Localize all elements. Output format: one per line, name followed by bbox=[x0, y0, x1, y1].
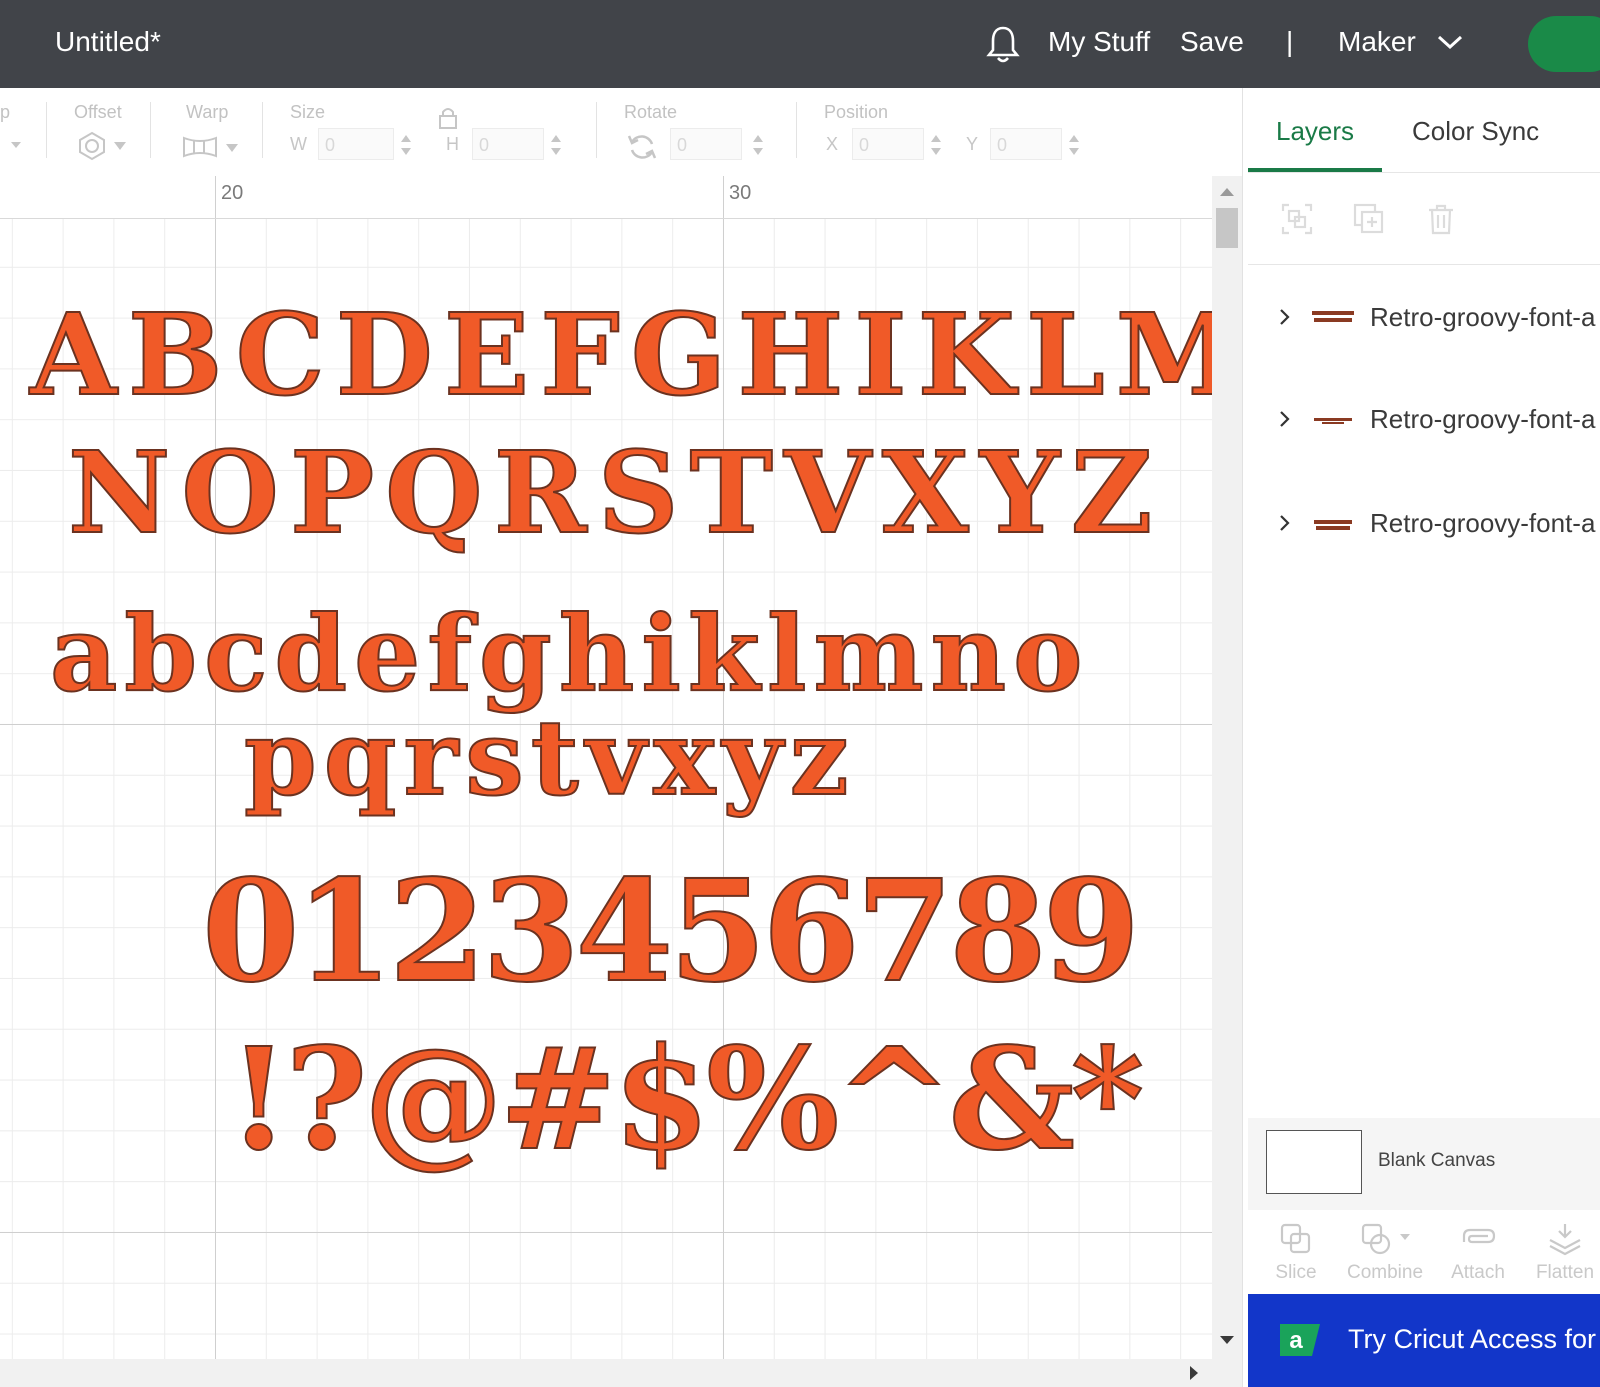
height-letter: H bbox=[446, 134, 459, 154]
flatten-label: Flatten bbox=[1535, 1262, 1595, 1283]
ruler-mark-30: 30 bbox=[729, 182, 752, 204]
ruler-tick bbox=[215, 176, 216, 218]
attach-button[interactable]: Attach bbox=[1446, 1222, 1510, 1284]
toolbar-divider bbox=[46, 102, 47, 158]
numbers-row[interactable]: 0123456789 bbox=[201, 849, 1141, 1015]
offset-icon[interactable] bbox=[76, 130, 132, 162]
size-label: Size bbox=[290, 102, 326, 122]
project-title[interactable]: Untitled* bbox=[55, 26, 161, 58]
chevron-down-icon[interactable] bbox=[1436, 32, 1464, 52]
caret-down-icon[interactable] bbox=[10, 140, 22, 150]
promo-logo-letter: a bbox=[1289, 1327, 1303, 1354]
panel-divider bbox=[1248, 264, 1600, 265]
layer-name: Retro-groovy-font-a bbox=[1370, 404, 1596, 434]
layer-name: Retro-groovy-font-a bbox=[1370, 508, 1596, 538]
width-letter: W bbox=[290, 134, 307, 154]
toolbar-divider bbox=[596, 102, 597, 158]
toolbar-divider bbox=[796, 102, 797, 158]
symbols-row[interactable]: !?@#$%^&* bbox=[227, 1017, 1145, 1183]
height-input[interactable]: 0 bbox=[472, 128, 544, 160]
paperclip-icon bbox=[1462, 1228, 1496, 1244]
rotate-stepper-icon[interactable] bbox=[752, 132, 764, 158]
blank-canvas-swatch[interactable] bbox=[1266, 1130, 1362, 1194]
uppercase-row-2[interactable]: NOPQRSTVXYZ bbox=[67, 427, 1164, 560]
x-stepper-icon[interactable] bbox=[930, 132, 942, 158]
scroll-up-icon[interactable] bbox=[1218, 186, 1236, 198]
offset-label: Offset bbox=[74, 102, 122, 122]
top-bar: Untitled* My Stuff Save | Maker bbox=[0, 0, 1600, 88]
edit-toolbar: p Offset Warp Size W 0 H 0 Rotate 0 Posi… bbox=[0, 88, 1242, 174]
horizontal-scrollbar[interactable] bbox=[0, 1359, 1242, 1387]
vertical-scrollbar[interactable] bbox=[1212, 176, 1242, 1359]
slice-button[interactable]: Slice bbox=[1270, 1222, 1322, 1284]
x-position-input[interactable]: 0 bbox=[852, 128, 924, 160]
chevron-right-icon[interactable] bbox=[1276, 514, 1294, 532]
layer-name: Retro-groovy-font-a bbox=[1370, 302, 1596, 332]
lowercase-row-2[interactable]: pqrstvxyz bbox=[243, 695, 856, 820]
toolbar-divider bbox=[150, 102, 151, 158]
rotate-label: Rotate bbox=[624, 102, 678, 122]
header-separator: | bbox=[1286, 26, 1294, 57]
machine-selector[interactable]: Maker bbox=[1338, 26, 1416, 58]
duplicate-icon[interactable] bbox=[1352, 202, 1386, 236]
scroll-right-icon[interactable] bbox=[1188, 1364, 1200, 1382]
cricut-access-logo: a bbox=[1280, 1324, 1320, 1356]
slice-label: Slice bbox=[1275, 1262, 1317, 1283]
make-button[interactable] bbox=[1528, 16, 1600, 72]
attach-label: Attach bbox=[1451, 1262, 1505, 1283]
bell-icon[interactable] bbox=[985, 24, 1021, 64]
group-icon[interactable] bbox=[1280, 202, 1314, 236]
toolbar-divider bbox=[262, 102, 263, 158]
y-stepper-icon[interactable] bbox=[1068, 132, 1080, 158]
promo-text[interactable]: Try Cricut Access for bbox=[1348, 1324, 1596, 1355]
y-letter: Y bbox=[966, 134, 979, 154]
vertical-scroll-thumb[interactable] bbox=[1216, 208, 1238, 248]
warp-label: Warp bbox=[186, 102, 229, 122]
warp-icon[interactable] bbox=[182, 134, 242, 160]
ruler-mark-20: 20 bbox=[221, 182, 244, 204]
wrap-label: p bbox=[0, 102, 11, 122]
scroll-down-icon[interactable] bbox=[1218, 1334, 1236, 1346]
flatten-icon bbox=[1549, 1224, 1581, 1256]
width-input[interactable]: 0 bbox=[318, 128, 394, 160]
ruler-tick bbox=[723, 176, 724, 218]
flatten-button[interactable]: Flatten bbox=[1532, 1222, 1598, 1284]
chevron-right-icon[interactable] bbox=[1276, 410, 1294, 428]
tab-color-sync[interactable]: Color Sync bbox=[1412, 116, 1539, 147]
my-stuff-link[interactable]: My Stuff bbox=[1048, 26, 1150, 58]
lock-icon[interactable] bbox=[438, 106, 458, 130]
rotate-input[interactable]: 0 bbox=[670, 128, 742, 160]
panel-divider bbox=[1248, 172, 1600, 173]
save-button[interactable]: Save bbox=[1180, 26, 1244, 58]
layer-thumbnail bbox=[1314, 418, 1352, 424]
layer-thumbnail bbox=[1314, 520, 1352, 530]
combine-icon bbox=[1361, 1223, 1410, 1255]
horizontal-ruler: 20 30 bbox=[0, 176, 1212, 219]
blank-canvas-label: Blank Canvas bbox=[1378, 1150, 1496, 1171]
layer-thumbnail bbox=[1312, 311, 1354, 322]
position-label: Position bbox=[824, 102, 889, 122]
rotate-icon bbox=[627, 135, 657, 159]
height-stepper-icon[interactable] bbox=[550, 132, 562, 158]
x-letter: X bbox=[826, 134, 839, 154]
slice-icon bbox=[1280, 1223, 1311, 1254]
width-stepper-icon[interactable] bbox=[400, 132, 412, 158]
trash-icon[interactable] bbox=[1424, 202, 1458, 236]
tab-layers[interactable]: Layers bbox=[1276, 116, 1354, 147]
combine-button[interactable]: Combine bbox=[1344, 1222, 1426, 1284]
chevron-right-icon[interactable] bbox=[1276, 308, 1294, 326]
combine-label: Combine bbox=[1346, 1262, 1424, 1283]
uppercase-row-1[interactable]: ABCDEFGHIKLM bbox=[29, 289, 1251, 422]
y-position-input[interactable]: 0 bbox=[990, 128, 1062, 160]
